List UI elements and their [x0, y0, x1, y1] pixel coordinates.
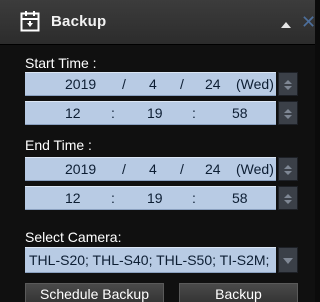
end-second[interactable]: 58 — [232, 190, 248, 206]
spinner-arrows-icon — [284, 165, 292, 175]
chevron-down-icon — [283, 258, 293, 264]
start-month[interactable]: 4 — [149, 76, 157, 92]
panel-title: Backup — [51, 13, 107, 30]
end-time-spinner[interactable] — [278, 186, 298, 210]
end-date-spinner[interactable] — [278, 157, 298, 181]
start-date-spinner[interactable] — [278, 72, 298, 96]
end-time-field[interactable]: 12 : 19 : 58 — [25, 186, 276, 210]
date-separator: / — [180, 161, 184, 177]
schedule-backup-button[interactable]: Schedule Backup — [25, 283, 164, 302]
start-weekday: (Wed) — [236, 76, 274, 92]
close-icon[interactable]: ✕ — [301, 11, 315, 33]
start-minute[interactable]: 19 — [147, 105, 163, 121]
end-minute[interactable]: 19 — [147, 190, 163, 206]
date-separator: / — [122, 161, 126, 177]
select-camera-label: Select Camera: — [25, 229, 122, 245]
time-separator: : — [111, 190, 115, 206]
date-separator: / — [122, 76, 126, 92]
end-weekday: (Wed) — [236, 161, 274, 177]
start-second[interactable]: 58 — [232, 105, 248, 121]
time-separator: : — [192, 190, 196, 206]
chevron-up-icon[interactable] — [280, 17, 292, 28]
spinner-arrows-icon — [284, 109, 292, 119]
backup-button[interactable]: Backup — [179, 283, 298, 302]
time-separator: : — [192, 105, 196, 121]
backup-panel: Backup ✕ Start Time : 2019 / 4 / 24 (Wed… — [0, 0, 315, 302]
end-month[interactable]: 4 — [149, 161, 157, 177]
spinner-arrows-icon — [284, 194, 292, 204]
camera-dropdown-button[interactable] — [278, 247, 298, 273]
start-time-field[interactable]: 12 : 19 : 58 — [25, 101, 276, 125]
title-bar: Backup ✕ — [0, 0, 315, 45]
start-hour[interactable]: 12 — [65, 105, 81, 121]
start-time-label: Start Time : — [25, 55, 97, 71]
camera-select[interactable]: THL-S20; THL-S40; THL-S50; TI-S2M; — [25, 247, 276, 273]
camera-select-value: THL-S20; THL-S40; THL-S50; TI-S2M; — [29, 252, 270, 268]
end-day[interactable]: 24 — [205, 161, 221, 177]
start-day[interactable]: 24 — [205, 76, 221, 92]
start-year[interactable]: 2019 — [65, 76, 96, 92]
end-date-field[interactable]: 2019 / 4 / 24 (Wed) — [25, 157, 276, 181]
date-separator: / — [180, 76, 184, 92]
backup-icon — [20, 10, 40, 32]
end-time-label: End Time : — [25, 137, 92, 153]
start-time-spinner[interactable] — [278, 101, 298, 125]
end-hour[interactable]: 12 — [65, 190, 81, 206]
spinner-arrows-icon — [284, 80, 292, 90]
time-separator: : — [111, 105, 115, 121]
end-year[interactable]: 2019 — [65, 161, 96, 177]
start-date-field[interactable]: 2019 / 4 / 24 (Wed) — [25, 72, 276, 96]
